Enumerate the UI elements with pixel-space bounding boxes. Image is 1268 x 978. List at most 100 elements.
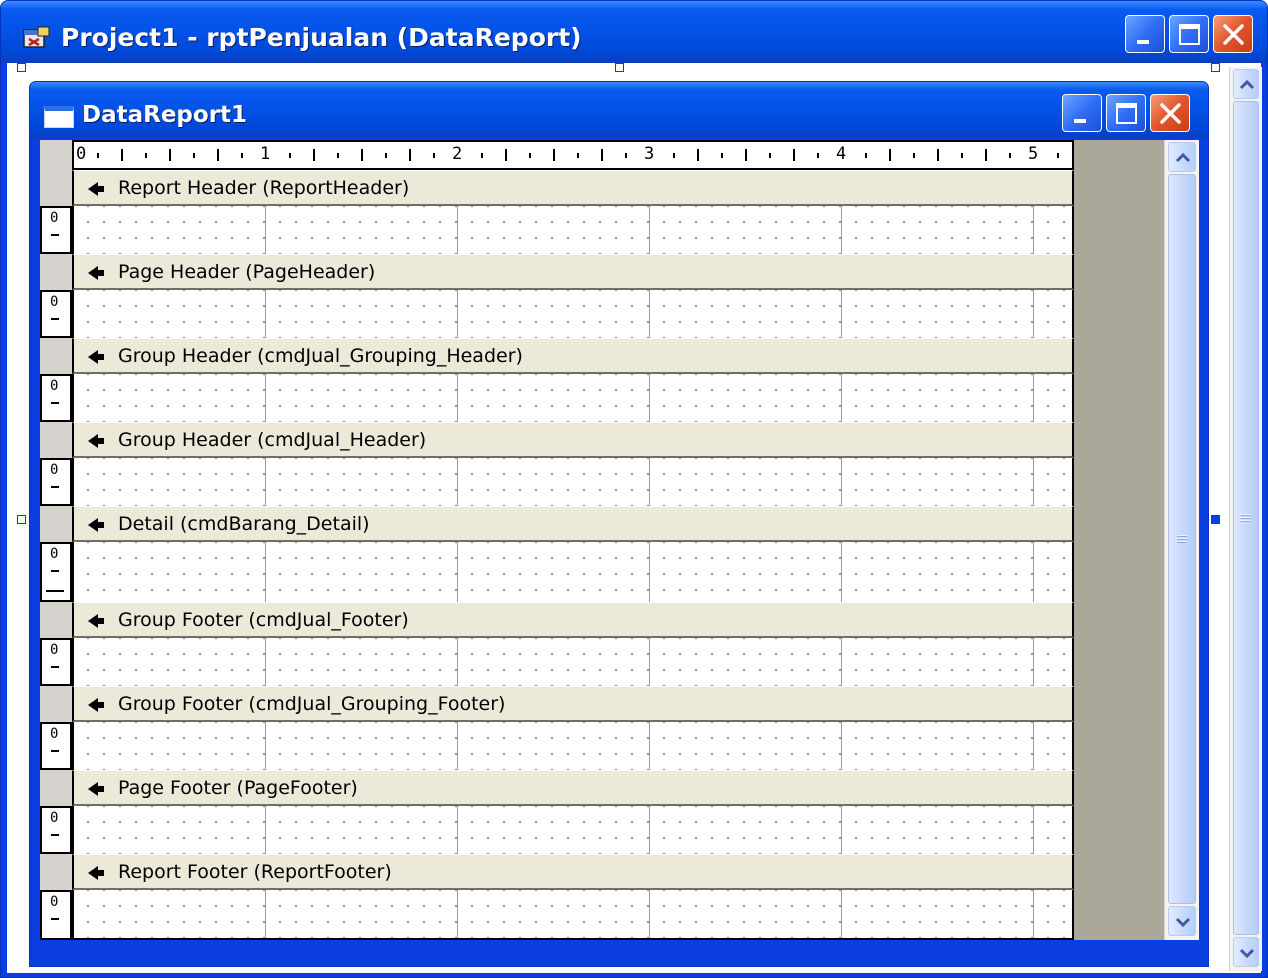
report-scroll-up-button[interactable] [1168,142,1196,172]
section-body-group-header[interactable] [72,458,1074,506]
resize-handle-top-left[interactable] [17,63,26,72]
ruler-tick [337,152,339,158]
report-maximize-button[interactable] [1106,94,1146,132]
ruler-tick [697,149,699,161]
section-arrow-icon [88,266,104,280]
section-margin-value: 0 [50,726,59,742]
section-bar-group-footer[interactable]: Group Footer (cmdJual_Footer) [72,602,1074,638]
project-maximize-button[interactable] [1169,15,1209,53]
section-margin-value: 0 [50,210,59,226]
report-scroll-down-button[interactable] [1168,906,1196,936]
maximize-icon [1179,24,1200,45]
scroll-grip [1177,535,1187,544]
section-body-group-footer[interactable] [72,638,1074,686]
project-window-title: Project1 - rptPenjualan (DataReport) [61,23,582,52]
section-bar-group-header[interactable]: Group Header (cmdJual_Header) [72,422,1074,458]
maximize-icon [1116,103,1137,124]
minimize-icon [1137,40,1149,44]
resize-handle-left[interactable] [17,515,26,524]
section-arrow-icon [88,698,104,712]
ruler-tick [769,152,771,158]
project-scroll-up-button[interactable] [1233,69,1259,99]
ruler-tick [481,152,483,158]
resize-handle-top[interactable] [615,63,624,72]
chevron-up-icon [1175,152,1191,163]
section-label: Group Footer (cmdJual_Footer) [118,609,409,631]
project-minimize-button[interactable] [1125,15,1165,53]
ruler-tick [865,152,867,158]
section-bar-gutter [40,854,72,890]
minimize-icon [1074,119,1086,123]
vertical-ruler: 0 [40,542,72,602]
project-scroll-down-button[interactable] [1233,937,1259,967]
section-body-group-footer-grouping[interactable] [72,722,1074,770]
data-report-window: DataReport1 0 1 2 3 4 5 Report Header (R… [29,81,1209,967]
report-designer-surface: 0 1 2 3 4 5 Report Header (ReportHeader)… [40,140,1199,940]
resize-handle-top-right[interactable] [1211,63,1220,72]
section-arrow-icon [88,434,104,448]
project-close-button[interactable] [1213,15,1253,53]
section-bar-report-header[interactable]: Report Header (ReportHeader) [72,170,1074,206]
ruler-tick [51,666,59,668]
chevron-down-icon [1175,917,1191,928]
ruler-tick [937,149,939,161]
ruler-tick [673,152,675,158]
section-bar-gutter [40,686,72,722]
ruler-number: 5 [1028,144,1039,164]
section-label: Page Header (PageHeader) [118,261,376,283]
section-arrow-icon [88,782,104,796]
ruler-tick [51,234,59,236]
section-bar-gutter [40,602,72,638]
project-vertical-scrollbar[interactable] [1229,67,1262,971]
report-close-button[interactable] [1150,94,1190,132]
section-bar-gutter [40,506,72,542]
section-label: Detail (cmdBarang_Detail) [118,513,370,535]
ruler-tick [793,149,795,161]
section-bar-detail[interactable]: Detail (cmdBarang_Detail) [72,506,1074,542]
section-body-page-header[interactable] [72,290,1074,338]
ruler-tick [385,152,387,158]
section-bar-group-header-grouping[interactable]: Group Header (cmdJual_Grouping_Header) [72,338,1074,374]
report-scroll-thumb[interactable] [1168,174,1196,904]
section-bar-gutter [40,254,72,290]
section-body-report-footer[interactable] [72,890,1074,940]
section-arrow-icon [88,866,104,880]
data-report-title: DataReport1 [82,102,248,128]
section-bar-group-footer-grouping[interactable]: Group Footer (cmdJual_Grouping_Footer) [72,686,1074,722]
vertical-ruler: 0 [40,722,72,770]
section-body-page-footer[interactable] [72,806,1074,854]
data-report-titlebar[interactable]: DataReport1 [30,82,1208,138]
close-icon [1160,103,1181,124]
project-app-icon[interactable] [23,26,51,50]
resize-handle-right[interactable] [1211,515,1220,524]
section-arrow-icon [88,614,104,628]
ruler-tick [51,318,59,320]
data-report-icon[interactable] [44,106,74,128]
ruler-number: 3 [644,144,655,164]
ruler-number: 4 [836,144,847,164]
vertical-ruler: 0 [40,806,72,854]
section-bar-page-header[interactable]: Page Header (PageHeader) [72,254,1074,290]
ruler-tick [601,149,603,161]
ruler-tick [505,149,507,161]
project-scroll-thumb[interactable] [1233,101,1259,935]
report-minimize-button[interactable] [1062,94,1102,132]
scroll-grip [1241,514,1251,523]
report-vertical-scrollbar[interactable] [1164,140,1199,940]
vertical-ruler: 0 [40,206,72,254]
section-body-detail[interactable] [72,542,1074,602]
section-margin-value: 0 [50,462,59,478]
section-bar-gutter [40,770,72,806]
section-margin-value: 0 [50,642,59,658]
chevron-down-icon [1239,948,1255,959]
section-body-report-header[interactable] [72,206,1074,254]
section-margin-value: 0 [50,546,59,562]
section-bar-page-footer[interactable]: Page Footer (PageFooter) [72,770,1074,806]
section-label: Report Footer (ReportFooter) [118,861,392,883]
ruler-tick [97,152,99,158]
section-body-group-header-grouping[interactable] [72,374,1074,422]
section-arrow-icon [88,350,104,364]
ruler-tick [313,149,315,161]
project-window-titlebar[interactable]: Project1 - rptPenjualan (DataReport) [1,1,1267,63]
section-bar-report-footer[interactable]: Report Footer (ReportFooter) [72,854,1074,890]
